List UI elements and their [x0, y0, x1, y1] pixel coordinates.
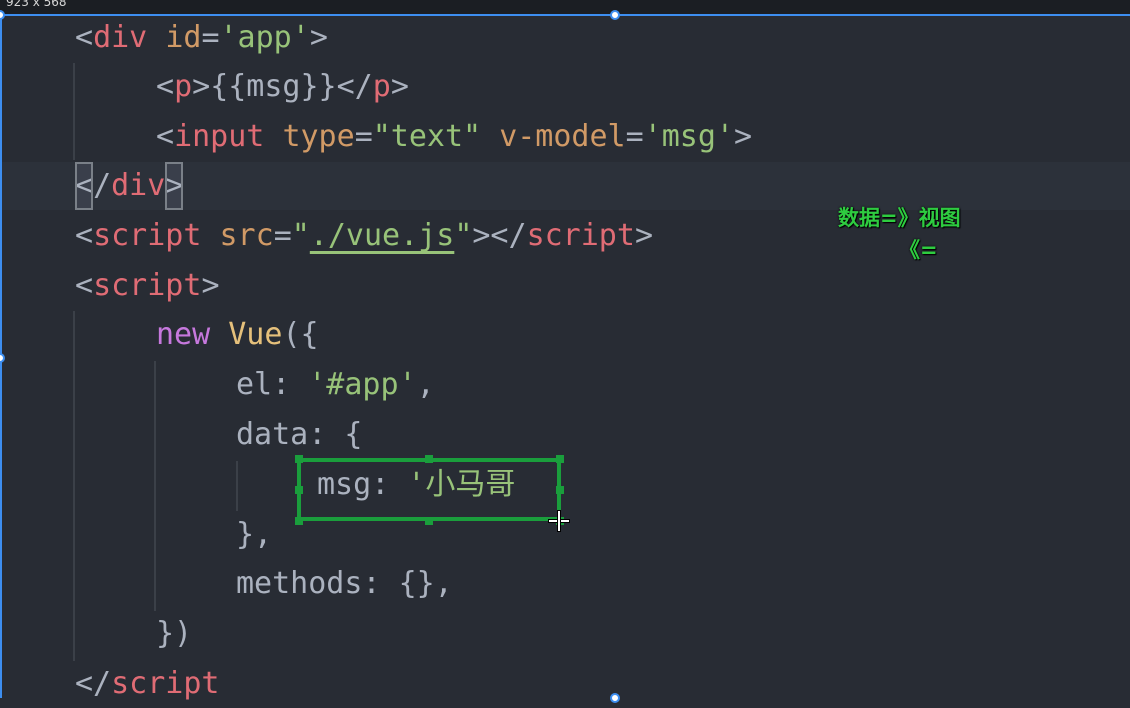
code-line[interactable]: })	[156, 610, 192, 658]
src-link: ./vue.js	[309, 218, 455, 253]
selection-handle-top-left[interactable]	[0, 10, 5, 20]
rectangle-handle[interactable]	[295, 517, 303, 525]
matched-bracket: <	[75, 162, 94, 210]
indent-guide	[236, 461, 238, 511]
code-line[interactable]: data: {	[236, 411, 362, 459]
rectangle-handle[interactable]	[295, 486, 303, 494]
matched-bracket: >	[165, 162, 184, 210]
annotation-text[interactable]: 数据=》视图	[838, 202, 961, 232]
rectangle-handle[interactable]	[556, 486, 564, 494]
indent-guide	[73, 63, 75, 160]
code-line[interactable]: <script>	[75, 262, 220, 310]
capture-dimensions-label: 923 x 568	[6, 0, 67, 9]
annotation-text[interactable]: 《=	[899, 234, 938, 264]
code-line[interactable]: },	[236, 511, 272, 559]
code-line[interactable]: <div id='app'>	[75, 14, 328, 62]
rectangle-handle[interactable]	[425, 517, 433, 525]
code-line[interactable]: new Vue({	[156, 311, 319, 359]
code-line[interactable]: el: '#app',	[236, 361, 435, 409]
highlight-rectangle[interactable]	[297, 458, 561, 521]
rectangle-handle[interactable]	[556, 455, 564, 463]
rectangle-handle[interactable]	[425, 455, 433, 463]
code-line[interactable]: <input type="text" v-model='msg'>	[156, 113, 752, 161]
code-line[interactable]: methods: {},	[236, 560, 453, 608]
code-line[interactable]: </div>	[75, 162, 184, 210]
selection-handle-middle-left[interactable]	[0, 353, 5, 363]
crosshair-cursor-icon	[557, 510, 561, 532]
indent-guide	[154, 361, 156, 611]
selection-handle-bottom-center[interactable]	[610, 693, 620, 703]
capture-toolbar: 923 x 568	[0, 0, 1130, 14]
indent-guide	[73, 311, 75, 661]
code-line[interactable]: <script src="./vue.js"></script>	[75, 212, 653, 260]
selection-handle-top-center[interactable]	[610, 10, 620, 20]
code-line[interactable]: </script	[75, 660, 220, 708]
code-line[interactable]: <p>{{msg}}</p>	[156, 63, 409, 111]
rectangle-handle[interactable]	[295, 455, 303, 463]
